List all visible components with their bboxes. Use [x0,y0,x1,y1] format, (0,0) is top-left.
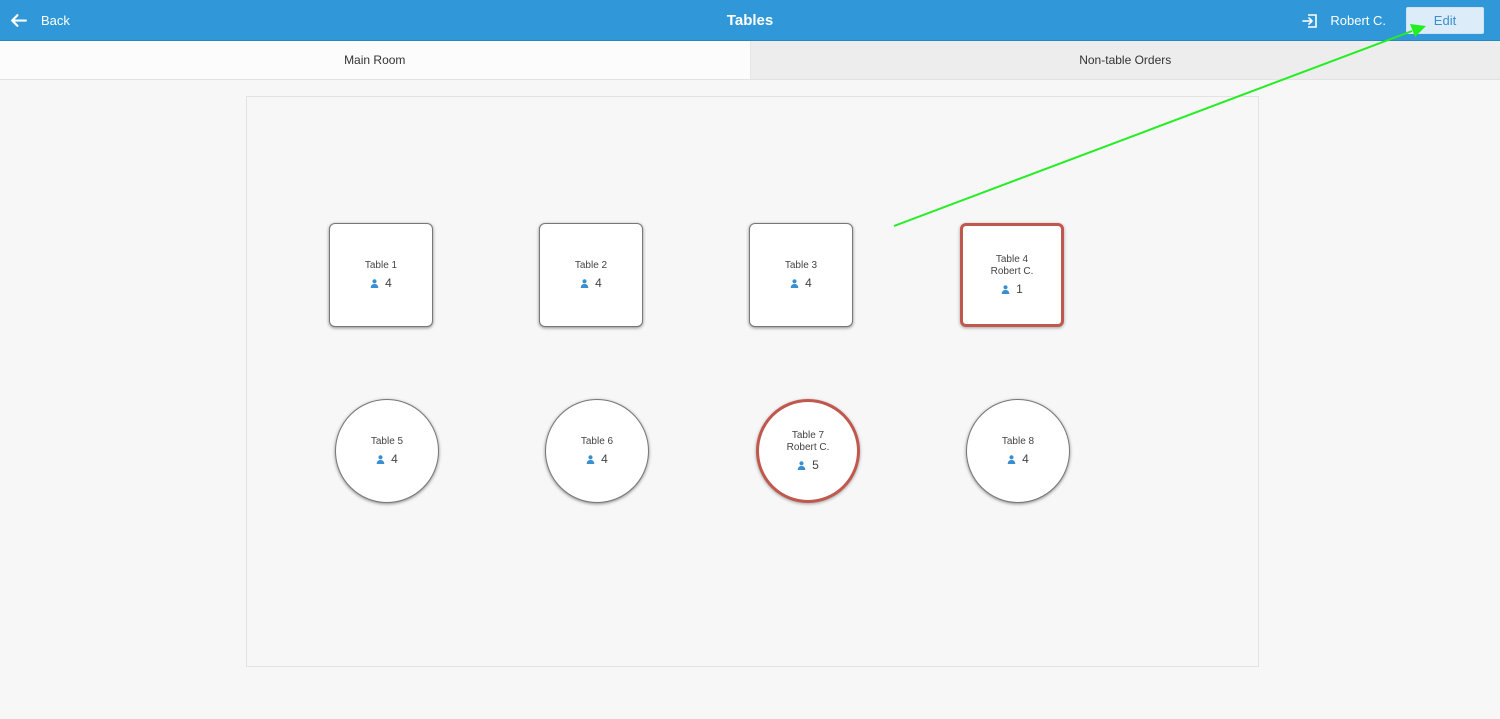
floor-plan: Table 1 4 Table 2 4 Table 3 4 Table 4 Ro… [246,96,1259,667]
table-name: Table 5 [370,436,404,447]
guest-count: 4 [580,276,602,290]
user-menu[interactable]: Robert C. [1302,0,1386,41]
table-waiter: Robert C. [990,266,1034,277]
guest-count-value: 4 [1022,452,1029,466]
table-3[interactable]: Table 3 4 [749,223,853,327]
guest-count: 4 [1007,452,1029,466]
guest-count: 4 [370,276,392,290]
guest-count-value: 4 [385,276,392,290]
person-icon [1001,284,1010,294]
guest-count: 5 [797,458,819,472]
table-6[interactable]: Table 6 4 [545,399,649,503]
table-name: Table 2 [574,260,608,271]
page-title: Tables [726,12,774,29]
table-8[interactable]: Table 8 4 [966,399,1070,503]
arrow-left-icon [11,14,27,27]
guest-count-value: 4 [391,452,398,466]
table-name: Table 7 [791,430,825,441]
table-name: Table 8 [1001,436,1035,447]
person-icon [797,460,806,470]
user-name: Robert C. [1330,13,1386,28]
person-icon [370,278,379,288]
guest-count-value: 4 [805,276,812,290]
table-7[interactable]: Table 7 Robert C. 5 [756,399,860,503]
person-icon [376,454,385,464]
guest-count: 1 [1001,282,1023,296]
sign-in-icon [1302,13,1318,28]
table-waiter: Robert C. [786,442,830,453]
person-icon [790,278,799,288]
table-name: Table 3 [784,260,818,271]
table-name: Table 4 [995,254,1029,265]
tab-non-table-orders[interactable]: Non-table Orders [750,41,1500,79]
guest-count-value: 4 [601,452,608,466]
guest-count: 4 [376,452,398,466]
table-name: Table 6 [580,436,614,447]
edit-button[interactable]: Edit [1406,7,1484,34]
guest-count: 4 [586,452,608,466]
tab-main-room[interactable]: Main Room [0,41,751,79]
table-name: Table 1 [364,260,398,271]
top-bar: Back Tables Robert C. Edit [0,0,1500,41]
guest-count-value: 5 [812,458,819,472]
table-2[interactable]: Table 2 4 [539,223,643,327]
guest-count-value: 1 [1016,282,1023,296]
back-button[interactable]: Back [10,0,70,41]
table-4[interactable]: Table 4 Robert C. 1 [960,223,1064,327]
person-icon [580,278,589,288]
back-label: Back [41,13,70,28]
guest-count-value: 4 [595,276,602,290]
table-1[interactable]: Table 1 4 [329,223,433,327]
guest-count: 4 [790,276,812,290]
table-5[interactable]: Table 5 4 [335,399,439,503]
person-icon [1007,454,1016,464]
person-icon [586,454,595,464]
room-tabs: Main Room Non-table Orders [0,41,1500,80]
